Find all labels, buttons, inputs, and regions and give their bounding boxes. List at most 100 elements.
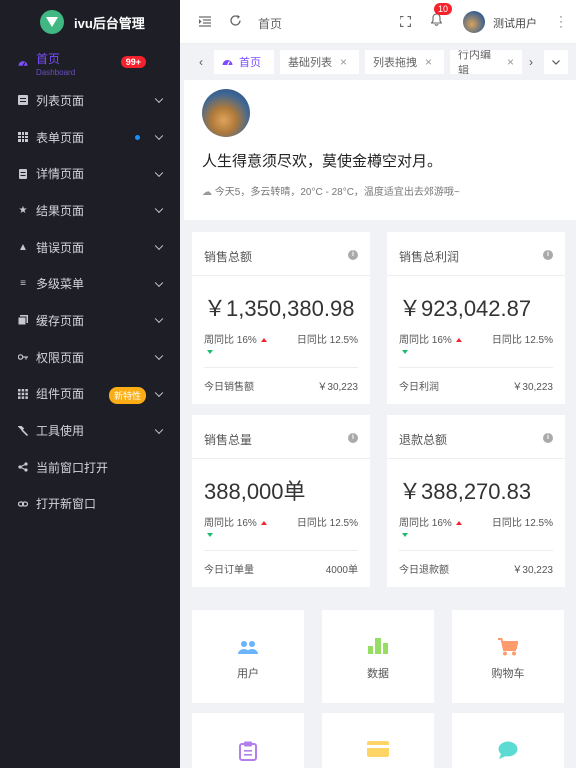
info-icon[interactable]: i <box>543 250 553 260</box>
tab-bar: ‹ 首页 基础列表 × 列表拖拽 × 行内编辑 × › <box>180 45 576 79</box>
week-compare-label: 周同比 16% <box>204 335 257 346</box>
chevron-down-icon <box>154 131 164 141</box>
stat-card-profit: 销售总利润 i ￥923,042.87 周同比 16% 日同比 12.5% 今日… <box>387 232 565 404</box>
sidebar-item-label: 缓存页面 <box>36 313 85 328</box>
week-compare: 周同比 16% <box>204 331 267 346</box>
copy-icon <box>18 315 28 326</box>
day-compare: 日同比 12.5% <box>491 518 553 529</box>
sidebar-item-open-current[interactable]: 当前窗口打开 <box>0 449 180 486</box>
weather-text: 今天5，多云转晴，20°C - 28°C，温度适宜出去郊游哦~ <box>214 187 460 198</box>
quick-link-label: 数据 <box>367 668 389 680</box>
trend-up-icon <box>455 338 462 343</box>
bar-chart-icon <box>368 638 388 659</box>
welcome-card: 人生得意须尽欢，莫使金樽空对月。 ☁ 今天5，多云转晴，20°C - 28°C，… <box>184 80 576 220</box>
sidebar-item-label: 打开新窗口 <box>36 497 97 512</box>
tab-inline-edit[interactable]: 行内编辑 × <box>450 50 522 74</box>
cloud-icon: ☁ <box>202 187 212 198</box>
close-icon[interactable]: × <box>507 55 514 69</box>
sidebar-item-form[interactable]: 表单页面 <box>0 119 180 156</box>
close-icon[interactable]: × <box>340 55 347 69</box>
stat-card-sales: 销售总额 i ￥1,350,380.98 周同比 16% 日同比 12.5% 今… <box>192 232 370 404</box>
fullscreen-icon[interactable] <box>399 15 412 30</box>
trend-down-icon <box>402 350 408 354</box>
document-icon <box>18 168 28 179</box>
tab-menu-button[interactable] <box>544 50 568 74</box>
grid-icon <box>18 388 28 399</box>
close-icon[interactable]: × <box>425 55 432 69</box>
star-icon: ★ <box>18 204 28 216</box>
tab-home[interactable]: 首页 <box>214 50 274 74</box>
top-header: 首页 10 测试用户 · · · <box>180 0 576 44</box>
clipboard-icon <box>239 741 257 766</box>
quick-link-data[interactable]: 数据 <box>322 610 434 703</box>
bell-icon[interactable] <box>430 13 443 31</box>
quick-link-orders[interactable] <box>192 713 304 768</box>
sidebar-item-result[interactable]: ★ 结果页面 <box>0 192 180 229</box>
divider <box>192 275 370 276</box>
sidebar-item-cache[interactable]: 缓存页面 <box>0 302 180 339</box>
quick-link-label: 用户 <box>237 668 259 680</box>
sidebar-item-label: 结果页面 <box>36 203 85 218</box>
sidebar-item-permission[interactable]: 权限页面 <box>0 339 180 376</box>
sidebar-item-detail[interactable]: 详情页面 <box>0 155 180 192</box>
quick-link-cart[interactable]: 购物车 <box>452 610 564 703</box>
avatar[interactable] <box>463 11 485 33</box>
logo[interactable]: ivu后台管理 <box>0 0 180 44</box>
info-icon[interactable]: i <box>348 433 358 443</box>
tab-scroll-right-button[interactable]: › <box>520 50 542 74</box>
stat-value: ￥923,042.87 <box>399 296 532 321</box>
divider <box>399 367 553 368</box>
sidebar-item-components[interactable]: 组件页面 新特性 <box>0 376 180 413</box>
stat-value: ￥388,270.83 <box>399 479 532 504</box>
tab-label: 列表拖拽 <box>373 57 417 69</box>
tab-label: 基础列表 <box>288 57 332 69</box>
quick-link-chat[interactable] <box>452 713 564 768</box>
week-compare: 周同比 16% <box>204 514 267 529</box>
divider <box>399 550 553 551</box>
sidebar-item-error[interactable]: ▲ 错误页面 <box>0 229 180 266</box>
users-icon <box>238 638 258 659</box>
stat-footer-label: 今日销售额 <box>204 382 254 393</box>
stat-title: 销售总量 <box>204 433 253 447</box>
sidebar: ivu后台管理 首页 Dashboard 99+ 列表页面 表单页面 详情页面 … <box>0 0 180 768</box>
sidebar-item-open-new[interactable]: 打开新窗口 <box>0 486 180 523</box>
sidebar-item-tools[interactable]: 工具使用 <box>0 412 180 449</box>
refresh-icon[interactable] <box>229 14 242 30</box>
app-title: ivu后台管理 <box>74 15 145 31</box>
sidebar-item-label: 首页 <box>36 51 61 66</box>
trend-up-icon <box>260 521 267 526</box>
sidebar-item-home[interactable]: 首页 Dashboard 99+ <box>0 44 180 82</box>
info-icon[interactable]: i <box>348 250 358 260</box>
notification-count-badge: 10 <box>434 3 453 15</box>
quick-link-card[interactable] <box>322 713 434 768</box>
stat-footer-label: 今日利润 <box>399 382 439 393</box>
stat-footer-label: 今日退款额 <box>399 565 449 576</box>
sidebar-item-multilevel[interactable]: ≡ 多级菜单 <box>0 265 180 302</box>
trend-down-icon <box>207 533 213 537</box>
sidebar-item-label: 权限页面 <box>36 350 85 365</box>
tab-basic-list[interactable]: 基础列表 × <box>280 50 359 74</box>
more-vertical-icon[interactable]: · · · <box>559 10 563 32</box>
chevron-down-icon <box>154 168 164 177</box>
share-icon <box>18 462 28 472</box>
stat-value: 388,000单 <box>204 479 306 504</box>
quick-link-users[interactable]: 用户 <box>192 610 304 703</box>
quick-link-label: 购物车 <box>491 668 525 680</box>
breadcrumb[interactable]: 首页 <box>258 15 282 32</box>
tab-scroll-left-button[interactable]: ‹ <box>190 50 212 74</box>
sidebar-item-list[interactable]: 列表页面 <box>0 82 180 119</box>
chevron-down-icon <box>154 278 164 287</box>
dashboard-icon <box>18 58 28 68</box>
avatar <box>202 89 250 137</box>
chevron-down-icon <box>552 59 560 65</box>
menu-fold-icon[interactable] <box>199 15 211 30</box>
user-name[interactable]: 测试用户 <box>493 15 537 31</box>
stat-footer-value: ￥30,223 <box>317 382 358 393</box>
divider <box>387 275 565 276</box>
stat-footer-value: ￥30,223 <box>512 382 553 393</box>
info-icon[interactable]: i <box>543 433 553 443</box>
stat-value: ￥1,350,380.98 <box>204 296 355 321</box>
divider <box>204 550 358 551</box>
divider <box>387 458 565 459</box>
tab-drag-list[interactable]: 列表拖拽 × <box>365 50 444 74</box>
